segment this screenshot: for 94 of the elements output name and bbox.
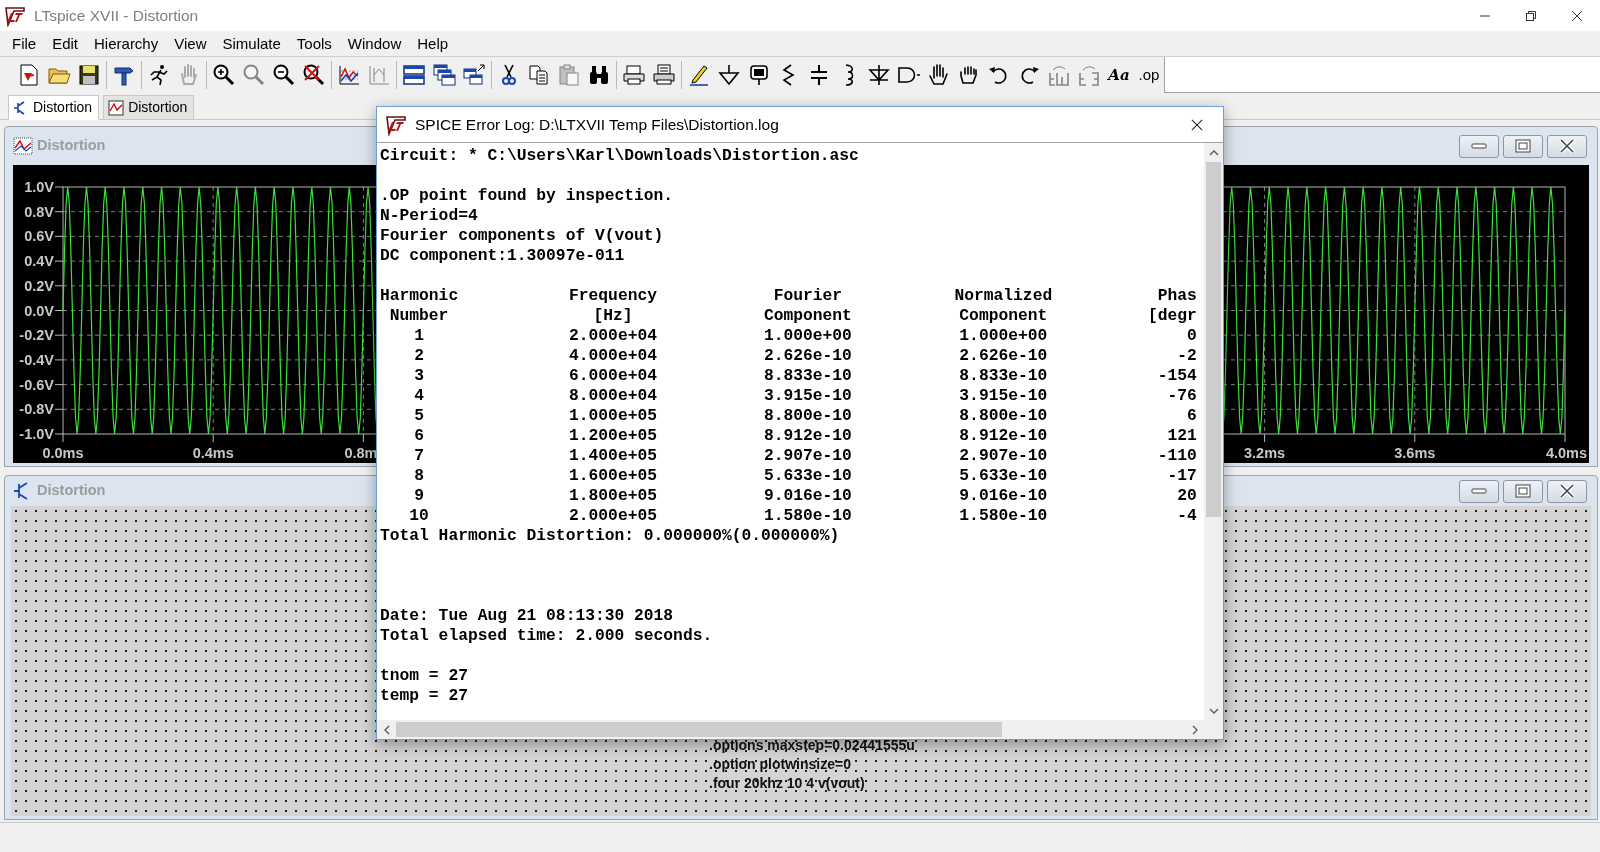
table-cell-text: 1 — [413, 326, 425, 346]
column-header: Fourier — [772, 286, 844, 306]
table-cell-text: 8.833e-10 — [762, 366, 853, 386]
table-cell-text: 4.000e+04 — [568, 346, 658, 366]
y-axis-label: -0.6V — [19, 376, 54, 393]
table-cell-text: 9 — [413, 486, 425, 506]
table-cell-text: -154 — [1156, 366, 1197, 386]
table-cell-text: 2.907e-10 — [762, 446, 853, 466]
log-line: tnom = 27 — [380, 666, 469, 686]
y-axis-label: 0.8V — [24, 203, 54, 220]
column-header: [Hz] — [592, 306, 634, 326]
table-cell-text: 0 — [1185, 326, 1197, 346]
column-header: [degr — [1147, 306, 1197, 326]
x-axis-label: 3.6ms — [1394, 445, 1436, 461]
table-cell-text: 8.912e-10 — [762, 426, 853, 446]
table-cell-text: -4 — [1176, 506, 1197, 526]
window-title: Distortion — [37, 136, 106, 156]
table-cell-text: 1.000e+00 — [958, 326, 1049, 346]
table-cell-text: 2.626e-10 — [762, 346, 853, 366]
table-cell-text: 1.800e+05 — [568, 486, 658, 506]
table-cell-text: -110 — [1156, 446, 1197, 466]
table-cell-text: 1.000e+00 — [762, 326, 853, 346]
log-line: Total Harmonic Distortion: 0.000000%(0.000000%) — [380, 526, 841, 546]
table-cell-text: 20 — [1176, 486, 1197, 506]
y-axis-label: 1.0V — [24, 179, 54, 195]
table-cell-text: 6 — [413, 426, 425, 446]
x-axis-label: 4.0ms — [1545, 445, 1587, 461]
column-header: Number — [388, 306, 450, 326]
column-header: Phas — [1156, 286, 1197, 306]
table-cell-text: 9.016e-10 — [958, 486, 1049, 506]
y-axis-label: 0.4V — [24, 253, 54, 270]
table-cell-text: 1.580e-10 — [762, 506, 853, 526]
table-cell-text: 8 — [413, 466, 425, 486]
spice-directive: .four 20khz 10 4 v(vout) — [709, 774, 865, 793]
column-header: Component — [958, 306, 1049, 326]
x-axis-label: 3.2ms — [1244, 445, 1286, 461]
table-cell-text: 6 — [1185, 406, 1197, 426]
window-title: Distortion — [37, 481, 106, 501]
x-axis-label: 0.0ms — [42, 445, 84, 461]
log-line: Circuit: * C:\Users\Karl\Downloads\Distortion.asc — [380, 146, 860, 166]
table-cell-text: -76 — [1166, 386, 1197, 406]
log-line: DC component:1.30097e-011 — [380, 246, 626, 266]
spice-directive: .option plotwinsize=0 — [709, 755, 851, 774]
column-header: Component — [762, 306, 853, 326]
table-cell-text: -2 — [1176, 346, 1197, 366]
table-cell-text: -17 — [1166, 466, 1197, 486]
table-cell-text: 5.633e-10 — [958, 466, 1049, 486]
table-cell-text: 3.915e-10 — [762, 386, 853, 406]
log-line: .OP point found by inspection. — [380, 186, 675, 206]
log-line: Total elapsed time: 2.000 seconds. — [380, 626, 714, 646]
table-cell-text: 1.000e+05 — [568, 406, 658, 426]
table-cell-text: 8.800e-10 — [958, 406, 1049, 426]
table-cell-text: 2.000e+04 — [568, 326, 658, 346]
x-axis-label: 0.4ms — [192, 445, 234, 461]
table-cell-text: 6.000e+04 — [568, 366, 658, 386]
table-cell-text: 8.000e+04 — [568, 386, 658, 406]
table-cell-text: 1.580e-10 — [958, 506, 1049, 526]
log-line: temp = 27 — [380, 686, 469, 706]
table-cell-text: 8.912e-10 — [958, 426, 1049, 446]
table-cell-text: 3 — [413, 366, 425, 386]
table-cell-text: 2.000e+05 — [568, 506, 658, 526]
spice-directive: .options maxstep=0.02441555u — [709, 736, 915, 755]
y-axis-label: -1.0V — [19, 426, 54, 442]
table-cell-text: 8.800e-10 — [762, 406, 853, 426]
table-cell-text: 8.833e-10 — [958, 366, 1049, 386]
table-cell-text: 1.200e+05 — [568, 426, 658, 446]
table-cell-text: 1.400e+05 — [568, 446, 658, 466]
y-axis-label: -0.2V — [19, 327, 54, 344]
table-cell-text: 10 — [408, 506, 430, 526]
table-cell-text: 4 — [413, 386, 425, 406]
y-axis-label: 0.6V — [24, 228, 54, 245]
y-axis-label: -0.8V — [19, 401, 54, 418]
table-cell-text: 2.907e-10 — [958, 446, 1049, 466]
table-cell-text: 7 — [413, 446, 425, 466]
table-cell-text: 5 — [413, 406, 425, 426]
x-axis-label: 0.8m — [344, 445, 378, 461]
y-axis-label: 0.0V — [24, 302, 54, 319]
column-header: Frequency — [568, 286, 658, 306]
table-cell-text: 2.626e-10 — [958, 346, 1049, 366]
table-cell-text: 2 — [413, 346, 425, 366]
log-line: Fourier components of V(vout) — [380, 226, 665, 246]
log-line: Date: Tue Aug 21 08:13:30 2018 — [380, 606, 675, 626]
table-cell-text: 121 — [1166, 426, 1197, 446]
table-cell-text: 1.600e+05 — [568, 466, 658, 486]
y-axis-label: -0.4V — [19, 351, 54, 368]
column-header: Normalized — [954, 286, 1053, 306]
window-title: LTspice XVII - Distortion — [34, 5, 199, 26]
table-cell-text: 3.915e-10 — [958, 386, 1049, 406]
y-axis-label: 0.2V — [24, 277, 54, 294]
column-header: Harmonic — [380, 286, 459, 306]
log-line: N-Period=4 — [380, 206, 479, 226]
table-cell-text: 5.633e-10 — [762, 466, 853, 486]
dialog-title: SPICE Error Log: D:\LTXVII Temp Files\Distortion.log — [415, 114, 779, 135]
table-cell-text: 9.016e-10 — [762, 486, 853, 506]
